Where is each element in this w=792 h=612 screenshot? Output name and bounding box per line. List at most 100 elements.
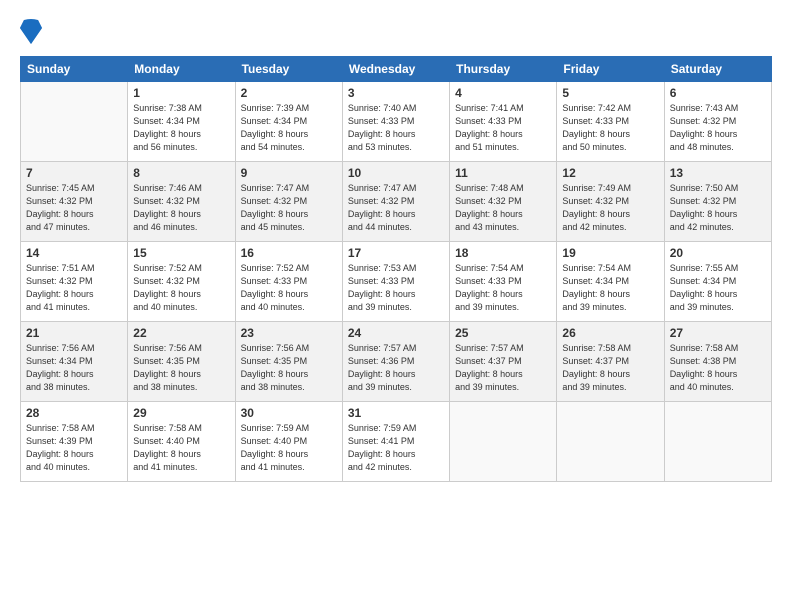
day-number: 19 bbox=[562, 246, 658, 260]
day-number: 31 bbox=[348, 406, 444, 420]
day-info: Sunrise: 7:59 AM Sunset: 4:41 PM Dayligh… bbox=[348, 422, 444, 474]
day-info: Sunrise: 7:54 AM Sunset: 4:33 PM Dayligh… bbox=[455, 262, 551, 314]
day-info: Sunrise: 7:53 AM Sunset: 4:33 PM Dayligh… bbox=[348, 262, 444, 314]
calendar-cell bbox=[450, 402, 557, 482]
day-number: 3 bbox=[348, 86, 444, 100]
day-number: 27 bbox=[670, 326, 766, 340]
day-info: Sunrise: 7:58 AM Sunset: 4:38 PM Dayligh… bbox=[670, 342, 766, 394]
day-number: 29 bbox=[133, 406, 229, 420]
page: SundayMondayTuesdayWednesdayThursdayFrid… bbox=[0, 0, 792, 612]
calendar: SundayMondayTuesdayWednesdayThursdayFrid… bbox=[20, 56, 772, 482]
calendar-cell: 26 Sunrise: 7:58 AM Sunset: 4:37 PM Dayli… bbox=[557, 322, 664, 402]
day-info: Sunrise: 7:43 AM Sunset: 4:32 PM Dayligh… bbox=[670, 102, 766, 154]
weekday-header-tuesday: Tuesday bbox=[235, 57, 342, 82]
calendar-cell: 5 Sunrise: 7:42 AM Sunset: 4:33 PM Daylig… bbox=[557, 82, 664, 162]
calendar-cell bbox=[21, 82, 128, 162]
day-info: Sunrise: 7:55 AM Sunset: 4:34 PM Dayligh… bbox=[670, 262, 766, 314]
calendar-cell: 27 Sunrise: 7:58 AM Sunset: 4:38 PM Dayli… bbox=[664, 322, 771, 402]
calendar-cell: 1 Sunrise: 7:38 AM Sunset: 4:34 PM Daylig… bbox=[128, 82, 235, 162]
calendar-cell: 23 Sunrise: 7:56 AM Sunset: 4:35 PM Dayli… bbox=[235, 322, 342, 402]
weekday-header-sunday: Sunday bbox=[21, 57, 128, 82]
day-info: Sunrise: 7:59 AM Sunset: 4:40 PM Dayligh… bbox=[241, 422, 337, 474]
calendar-cell: 6 Sunrise: 7:43 AM Sunset: 4:32 PM Daylig… bbox=[664, 82, 771, 162]
calendar-week-2: 7 Sunrise: 7:45 AM Sunset: 4:32 PM Daylig… bbox=[21, 162, 772, 242]
calendar-cell: 3 Sunrise: 7:40 AM Sunset: 4:33 PM Daylig… bbox=[342, 82, 449, 162]
calendar-cell: 31 Sunrise: 7:59 AM Sunset: 4:41 PM Dayli… bbox=[342, 402, 449, 482]
weekday-header-monday: Monday bbox=[128, 57, 235, 82]
day-number: 9 bbox=[241, 166, 337, 180]
calendar-cell bbox=[557, 402, 664, 482]
day-number: 16 bbox=[241, 246, 337, 260]
day-number: 6 bbox=[670, 86, 766, 100]
logo bbox=[20, 18, 46, 46]
day-number: 15 bbox=[133, 246, 229, 260]
day-info: Sunrise: 7:58 AM Sunset: 4:39 PM Dayligh… bbox=[26, 422, 122, 474]
calendar-cell: 22Sunrise: 7:56 AM Sunset: 4:35 PM Dayli… bbox=[128, 322, 235, 402]
day-info: Sunrise: 7:57 AM Sunset: 4:37 PM Dayligh… bbox=[455, 342, 551, 394]
day-number: 23 bbox=[241, 326, 337, 340]
day-info: Sunrise: 7:38 AM Sunset: 4:34 PM Dayligh… bbox=[133, 102, 229, 154]
day-number: 25 bbox=[455, 326, 551, 340]
day-info: Sunrise: 7:54 AM Sunset: 4:34 PM Dayligh… bbox=[562, 262, 658, 314]
calendar-cell: 12 Sunrise: 7:49 AM Sunset: 4:32 PM Dayli… bbox=[557, 162, 664, 242]
day-info: Sunrise: 7:57 AM Sunset: 4:36 PM Dayligh… bbox=[348, 342, 444, 394]
header bbox=[20, 18, 772, 46]
calendar-week-5: 28 Sunrise: 7:58 AM Sunset: 4:39 PM Dayli… bbox=[21, 402, 772, 482]
weekday-header-thursday: Thursday bbox=[450, 57, 557, 82]
calendar-cell: 11 Sunrise: 7:48 AM Sunset: 4:32 PM Dayli… bbox=[450, 162, 557, 242]
day-number: 1 bbox=[133, 86, 229, 100]
calendar-cell: 21 Sunrise: 7:56 AM Sunset: 4:34 PM Dayli… bbox=[21, 322, 128, 402]
calendar-cell: 28 Sunrise: 7:58 AM Sunset: 4:39 PM Dayli… bbox=[21, 402, 128, 482]
day-number: 8 bbox=[133, 166, 229, 180]
day-number: 14 bbox=[26, 246, 122, 260]
day-info: Sunrise: 7:56 AM Sunset: 4:34 PM Dayligh… bbox=[26, 342, 122, 394]
calendar-cell: 4Sunrise: 7:41 AM Sunset: 4:33 PM Daylig… bbox=[450, 82, 557, 162]
weekday-header-wednesday: Wednesday bbox=[342, 57, 449, 82]
day-info: Sunrise: 7:47 AM Sunset: 4:32 PM Dayligh… bbox=[348, 182, 444, 234]
calendar-cell: 2Sunrise: 7:39 AM Sunset: 4:34 PM Daylig… bbox=[235, 82, 342, 162]
day-info: Sunrise: 7:48 AM Sunset: 4:32 PM Dayligh… bbox=[455, 182, 551, 234]
calendar-cell: 20Sunrise: 7:55 AM Sunset: 4:34 PM Dayli… bbox=[664, 242, 771, 322]
day-info: Sunrise: 7:52 AM Sunset: 4:33 PM Dayligh… bbox=[241, 262, 337, 314]
calendar-cell: 17Sunrise: 7:53 AM Sunset: 4:33 PM Dayli… bbox=[342, 242, 449, 322]
day-info: Sunrise: 7:46 AM Sunset: 4:32 PM Dayligh… bbox=[133, 182, 229, 234]
day-number: 11 bbox=[455, 166, 551, 180]
calendar-cell: 15Sunrise: 7:52 AM Sunset: 4:32 PM Dayli… bbox=[128, 242, 235, 322]
day-number: 10 bbox=[348, 166, 444, 180]
day-info: Sunrise: 7:58 AM Sunset: 4:37 PM Dayligh… bbox=[562, 342, 658, 394]
calendar-cell: 8 Sunrise: 7:46 AM Sunset: 4:32 PM Daylig… bbox=[128, 162, 235, 242]
calendar-week-4: 21 Sunrise: 7:56 AM Sunset: 4:34 PM Dayli… bbox=[21, 322, 772, 402]
weekday-header-friday: Friday bbox=[557, 57, 664, 82]
logo-icon bbox=[20, 18, 42, 46]
day-info: Sunrise: 7:58 AM Sunset: 4:40 PM Dayligh… bbox=[133, 422, 229, 474]
day-info: Sunrise: 7:45 AM Sunset: 4:32 PM Dayligh… bbox=[26, 182, 122, 234]
day-number: 12 bbox=[562, 166, 658, 180]
day-info: Sunrise: 7:40 AM Sunset: 4:33 PM Dayligh… bbox=[348, 102, 444, 154]
day-info: Sunrise: 7:56 AM Sunset: 4:35 PM Dayligh… bbox=[241, 342, 337, 394]
calendar-cell: 24Sunrise: 7:57 AM Sunset: 4:36 PM Dayli… bbox=[342, 322, 449, 402]
weekday-header-row: SundayMondayTuesdayWednesdayThursdayFrid… bbox=[21, 57, 772, 82]
day-info: Sunrise: 7:39 AM Sunset: 4:34 PM Dayligh… bbox=[241, 102, 337, 154]
day-number: 22 bbox=[133, 326, 229, 340]
calendar-cell: 16 Sunrise: 7:52 AM Sunset: 4:33 PM Dayli… bbox=[235, 242, 342, 322]
calendar-cell: 14 Sunrise: 7:51 AM Sunset: 4:32 PM Dayli… bbox=[21, 242, 128, 322]
day-info: Sunrise: 7:49 AM Sunset: 4:32 PM Dayligh… bbox=[562, 182, 658, 234]
calendar-cell: 7 Sunrise: 7:45 AM Sunset: 4:32 PM Daylig… bbox=[21, 162, 128, 242]
calendar-cell: 25 Sunrise: 7:57 AM Sunset: 4:37 PM Dayli… bbox=[450, 322, 557, 402]
calendar-week-1: 1 Sunrise: 7:38 AM Sunset: 4:34 PM Daylig… bbox=[21, 82, 772, 162]
calendar-cell bbox=[664, 402, 771, 482]
calendar-cell: 10 Sunrise: 7:47 AM Sunset: 4:32 PM Dayli… bbox=[342, 162, 449, 242]
day-info: Sunrise: 7:50 AM Sunset: 4:32 PM Dayligh… bbox=[670, 182, 766, 234]
day-number: 30 bbox=[241, 406, 337, 420]
day-number: 13 bbox=[670, 166, 766, 180]
day-number: 18 bbox=[455, 246, 551, 260]
day-number: 4 bbox=[455, 86, 551, 100]
day-number: 21 bbox=[26, 326, 122, 340]
calendar-cell: 13 Sunrise: 7:50 AM Sunset: 4:32 PM Dayli… bbox=[664, 162, 771, 242]
day-number: 26 bbox=[562, 326, 658, 340]
day-number: 7 bbox=[26, 166, 122, 180]
day-info: Sunrise: 7:42 AM Sunset: 4:33 PM Dayligh… bbox=[562, 102, 658, 154]
day-info: Sunrise: 7:51 AM Sunset: 4:32 PM Dayligh… bbox=[26, 262, 122, 314]
day-number: 5 bbox=[562, 86, 658, 100]
day-number: 28 bbox=[26, 406, 122, 420]
